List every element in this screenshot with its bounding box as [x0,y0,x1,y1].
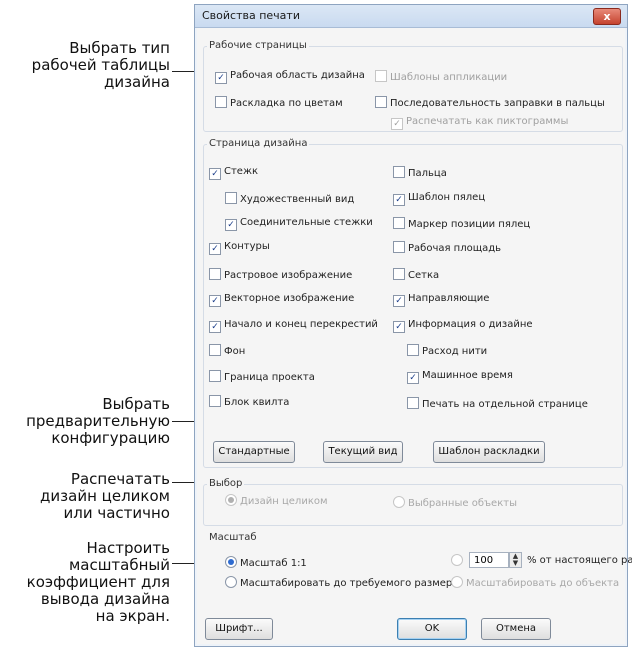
callout-print-whole: Распечатать дизайн целиком или частично [40,470,170,522]
check-icon: ✓ [209,295,221,307]
check-icon: ✓ [393,295,405,307]
thread-usage-checkbox[interactable]: Расход нити [407,344,487,357]
check-icon: ✓ [209,321,221,333]
cancel-button[interactable]: Отмена [481,618,551,640]
callout-preset-config: Выбрать предварительную конфигурацию [26,395,170,447]
connecting-stitches-checkbox[interactable]: ✓ Соединительные стежки [225,217,373,231]
checkbox-icon [393,241,405,253]
percent-spinner[interactable]: ▲ ▼ [509,552,522,568]
checkbox-icon [375,96,387,108]
checkbox-icon [393,217,405,229]
crosshairs-checkbox[interactable]: ✓ Начало и конец перекрестий [209,319,378,333]
radio-icon [393,496,405,508]
radio-icon [451,554,463,566]
title-bar[interactable]: Свойства печати x [195,5,627,28]
hoop-template-checkbox[interactable]: ✓ Шаблон пялец [393,192,485,206]
contours-checkbox[interactable]: ✓ Контуры [209,241,270,255]
selected-objects-radio[interactable]: Выбранные объекты [393,496,517,509]
fit-size-radio[interactable]: Масштабировать до требуемого размера [225,576,458,589]
checkbox-icon [375,70,387,82]
background-checkbox[interactable]: Фон [209,344,245,357]
check-icon: ✓ [209,243,221,255]
percent-radio[interactable] [451,554,466,567]
font-button[interactable]: Шрифт... [205,618,273,640]
ok-button[interactable]: OK [397,618,467,640]
raster-image-checkbox[interactable]: Растровое изображение [209,268,352,281]
check-icon: ✓ [209,168,221,180]
layout-template-button[interactable]: Шаблон раскладки [433,441,545,463]
check-icon: ✓ [393,321,405,333]
checkbox-icon [393,166,405,178]
design-workspace-checkbox[interactable]: ✓ Рабочая область дизайна [215,70,365,84]
vector-image-checkbox[interactable]: ✓ Векторное изображение [209,293,354,307]
selection-label: Выбор [207,478,245,489]
check-icon: ✓ [407,372,419,384]
grid-checkbox[interactable]: Сетка [393,268,439,281]
dialog-body: Рабочие страницы ✓ Рабочая область дизайн… [197,28,632,644]
quilt-block-checkbox[interactable]: Блок квилта [209,395,289,408]
color-layout-checkbox[interactable]: Раскладка по цветам [215,96,343,109]
print-properties-dialog: Свойства печати x Рабочие страницы ✓ Рабо… [194,4,632,647]
percent-input[interactable]: 100 [469,552,509,568]
hoop-marker-checkbox[interactable]: Маркер позиции пялец [393,217,530,230]
work-area-checkbox[interactable]: Рабочая площадь [393,241,501,254]
check-icon: ✓ [393,194,405,206]
print-pictograms-checkbox[interactable]: ✓ Распечатать как пиктограммы [391,116,568,130]
design-info-checkbox[interactable]: ✓ Информация о дизайне [393,319,533,333]
separate-page-checkbox[interactable]: Печать на отдельной странице [407,397,588,410]
scale-label: Масштаб [207,532,259,543]
checkbox-icon [209,268,221,280]
checkbox-icon [209,344,221,356]
checkbox-icon [407,397,419,409]
guides-checkbox[interactable]: ✓ Направляющие [393,293,489,307]
fingers-checkbox[interactable]: Пальца [393,166,447,179]
checkbox-icon [407,344,419,356]
fit-object-radio[interactable]: Масштабировать до объекта [451,576,619,589]
callout-scale: Настроить масштабный коэффициент для выв… [26,539,170,625]
current-view-button[interactable]: Текущий вид [323,441,403,463]
scale-1-1-radio[interactable]: Масштаб 1:1 [225,556,307,569]
app-templates-checkbox[interactable]: Шаблоны аппликации [375,70,507,83]
check-icon: ✓ [391,118,403,130]
callout-workspace-type: Выбрать тип рабочей таблицы дизайна [31,39,170,91]
radio-icon [225,556,237,568]
check-icon: ✓ [225,219,237,231]
checkbox-icon [215,96,227,108]
work-pages-label: Рабочие страницы [207,40,309,51]
stitch-checkbox[interactable]: ✓ Стежк [209,166,258,180]
checkbox-icon [393,268,405,280]
artistic-view-checkbox[interactable]: Художественный вид [225,192,354,205]
checkbox-icon [209,395,221,407]
radio-icon [451,576,463,588]
finger-sequence-checkbox[interactable]: Последовательность заправки в пальцы [375,96,605,109]
standard-button[interactable]: Стандартные [213,441,295,463]
machine-time-checkbox[interactable]: ✓ Машинное время [407,370,513,384]
checkbox-icon [209,370,221,382]
checkbox-icon [225,192,237,204]
design-page-label: Страница дизайна [207,138,310,149]
radio-icon [225,494,237,506]
radio-icon [225,576,237,588]
check-icon: ✓ [215,72,227,84]
project-border-checkbox[interactable]: Граница проекта [209,370,315,383]
dialog-title: Свойства печати [202,9,300,22]
percent-suffix: % от настоящего раз [527,555,632,566]
close-button[interactable]: x [593,8,621,25]
whole-design-radio[interactable]: Дизайн целиком [225,494,328,507]
